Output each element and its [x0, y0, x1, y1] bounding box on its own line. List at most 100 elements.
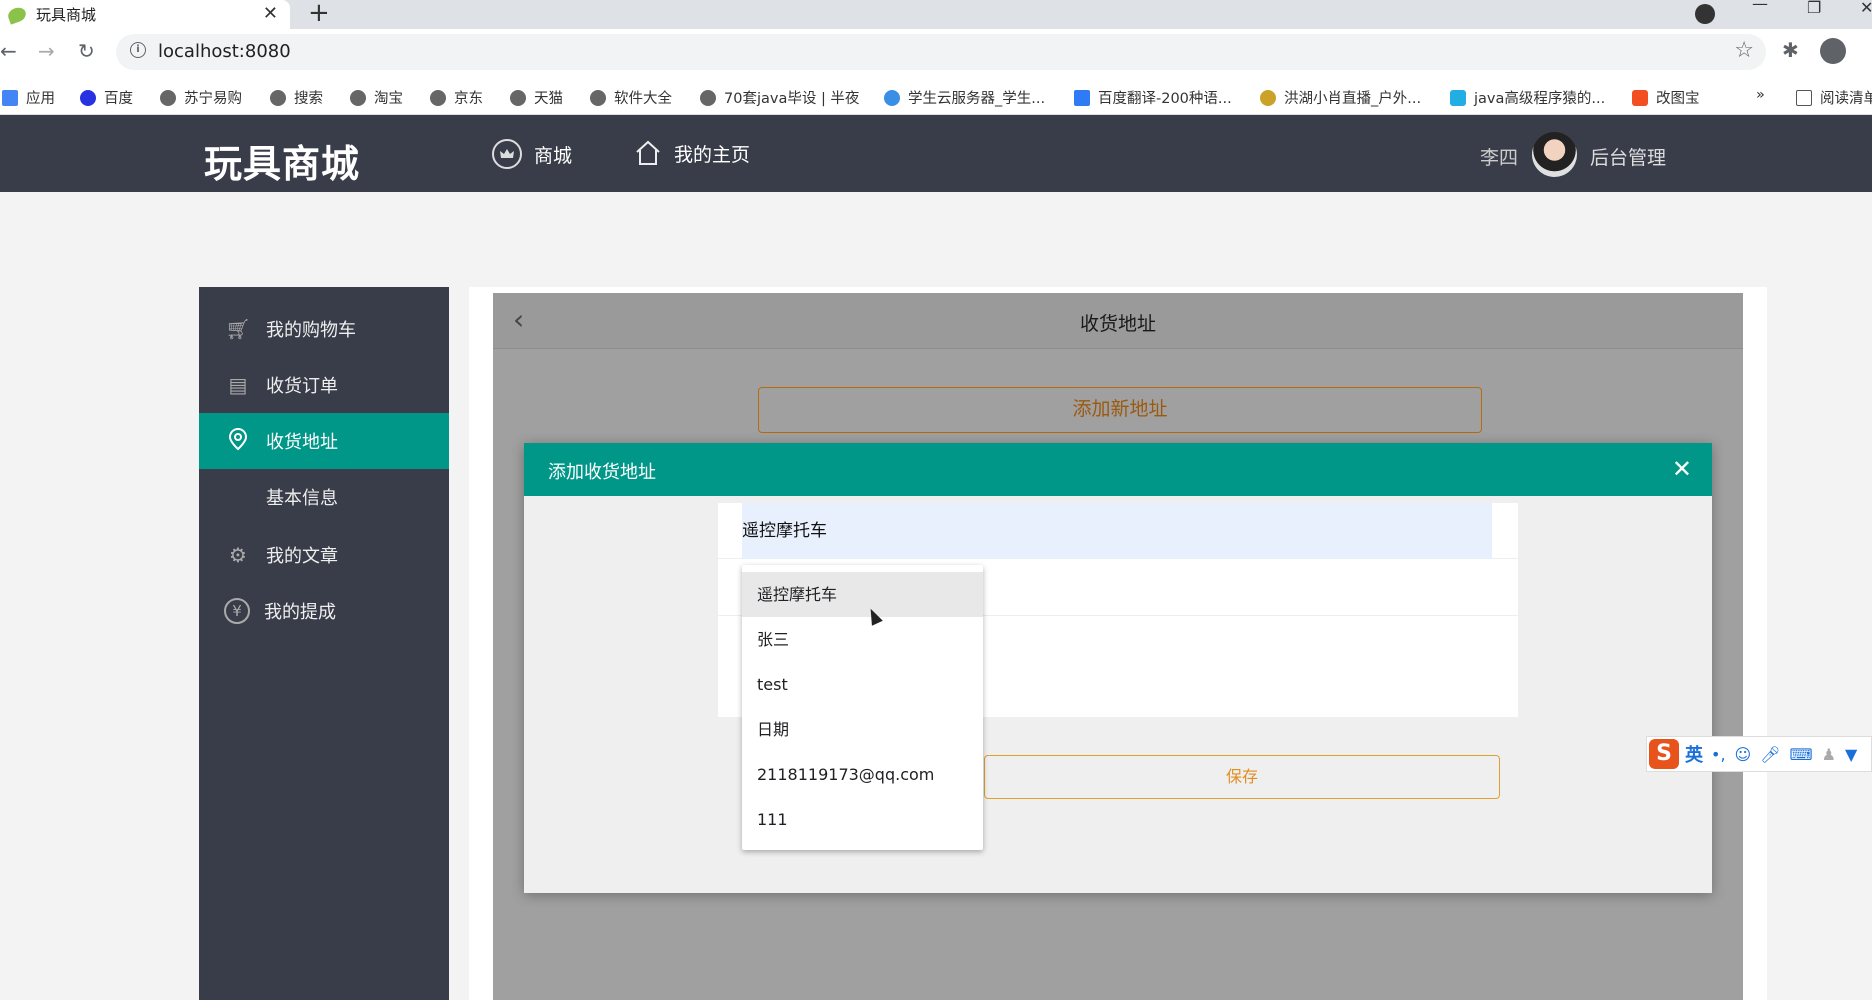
autocomplete-option[interactable]: 2118119173@qq.com — [742, 752, 983, 797]
back-icon[interactable]: ← — [0, 39, 17, 63]
user-name[interactable]: 李四 — [1480, 143, 1518, 170]
globe-icon — [430, 89, 446, 106]
page-title: 收货地址 — [1079, 313, 1156, 335]
globe-icon — [160, 89, 176, 106]
save-button[interactable]: 保存 — [984, 755, 1500, 799]
bookmark-item[interactable]: 软件大全 — [590, 87, 672, 108]
autocomplete-option[interactable]: 遥控摩托车 — [742, 572, 983, 617]
cart-icon: 🛒︎ — [225, 317, 251, 341]
sidebar-item-label: 我的文章 — [266, 546, 338, 567]
autocomplete-option[interactable]: 111 — [742, 797, 983, 842]
sidebar-item-basic-info[interactable]: 基本信息 — [199, 469, 449, 525]
avatar[interactable] — [1532, 132, 1577, 177]
close-icon[interactable]: ✕ — [1672, 455, 1692, 483]
reading-list-icon — [1796, 89, 1812, 106]
autocomplete-option[interactable]: test — [742, 662, 983, 707]
site-header: 玩具商城 商城 我的主页 李四 后台管理 — [0, 115, 1872, 192]
bookmark-label: 淘宝 — [374, 91, 403, 107]
restore-icon[interactable]: ❐ — [1807, 0, 1821, 17]
bookmark-item[interactable]: 改图宝 — [1632, 87, 1700, 108]
autocomplete-option[interactable]: 日期 — [742, 707, 983, 752]
user-tools-icon[interactable]: ♟ — [1822, 745, 1836, 764]
translate-icon — [1074, 89, 1090, 106]
bookmark-label: 洪湖小肖直播_户外... — [1284, 91, 1422, 107]
image-edit-icon — [1632, 89, 1648, 106]
baidu-icon — [80, 89, 96, 106]
bookmark-label: 百度翻译-200种语... — [1098, 91, 1232, 107]
sidebar: 🛒︎ 我的购物车 ▤ 收货订单 收货地址 基本信息 ⚙ 我的文章 ¥ 我的提成 — [199, 287, 449, 1000]
forward-icon[interactable]: → — [38, 39, 55, 63]
bilibili-icon — [1450, 89, 1466, 106]
profile-avatar-icon[interactable] — [1820, 38, 1846, 64]
browser-tab[interactable]: 玩具商城 ✕ — [0, 0, 290, 29]
globe-icon — [590, 89, 606, 106]
page-top-bar: ‹ 收货地址 — [493, 293, 1743, 349]
bookmark-label: 百度 — [104, 91, 133, 107]
nav-my-home[interactable]: 我的主页 — [634, 139, 750, 167]
extensions-icon[interactable]: ✱ — [1782, 38, 1799, 62]
emoji-icon[interactable]: ☺ — [1735, 745, 1752, 764]
nav-mall[interactable]: 商城 — [492, 139, 572, 169]
sidebar-item-articles[interactable]: ⚙ 我的文章 — [199, 527, 449, 583]
bookmark-item[interactable]: 学生云服务器_学生... — [884, 87, 1045, 108]
reload-icon[interactable]: ↻ — [78, 39, 95, 63]
globe-icon — [270, 89, 286, 106]
nav-mall-label: 商城 — [534, 144, 573, 167]
bookmarks-overflow-button[interactable]: » — [1756, 87, 1765, 103]
bookmark-item[interactable]: 天猫 — [510, 87, 563, 108]
close-window-icon[interactable]: ✕ — [1860, 0, 1872, 17]
sidebar-item-commission[interactable]: ¥ 我的提成 — [199, 583, 449, 639]
minimize-icon[interactable]: — — [1752, 0, 1768, 13]
cloud-icon — [884, 89, 900, 106]
sidebar-item-label: 收货地址 — [266, 432, 338, 453]
bookmark-item[interactable]: 70套java毕设 | 半夜 — [700, 87, 859, 108]
admin-link[interactable]: 后台管理 — [1590, 143, 1666, 170]
url-text: localhost:8080 — [158, 41, 291, 62]
keyboard-icon[interactable]: ⌨ — [1790, 745, 1813, 764]
skin-shirt-icon[interactable]: ▼ — [1845, 745, 1857, 764]
bookmark-item[interactable]: 淘宝 — [350, 87, 403, 108]
location-pin-icon — [224, 427, 252, 456]
url-field[interactable]: i localhost:8080 ☆ — [116, 34, 1766, 70]
microphone-icon[interactable]: 🎤︎ — [1760, 745, 1780, 764]
nav-my-home-label: 我的主页 — [674, 143, 751, 166]
add-new-address-button[interactable]: 添加新地址 — [758, 387, 1482, 433]
name-input[interactable]: 遥控摩托车 — [742, 503, 1492, 559]
bookmark-item[interactable]: 洪湖小肖直播_户外... — [1260, 87, 1421, 108]
ime-mode[interactable]: 英 — [1685, 741, 1703, 767]
bookmark-label: java高级程序猿的... — [1474, 91, 1606, 107]
bookmark-apps[interactable]: 应用 — [2, 87, 55, 108]
yen-icon: ¥ — [224, 598, 250, 624]
bookmark-label: 改图宝 — [1656, 91, 1700, 107]
ime-toolbar[interactable]: S 英 •, ☺ 🎤︎ ⌨ ♟ ▼ — [1646, 736, 1872, 772]
sidebar-item-cart[interactable]: 🛒︎ 我的购物车 — [199, 301, 449, 357]
feather-icon — [1260, 89, 1276, 106]
sidebar-item-label: 基本信息 — [266, 488, 338, 509]
bookmark-item[interactable]: 苏宁易购 — [160, 87, 242, 108]
bookmark-item[interactable]: 搜索 — [270, 87, 323, 108]
bookmark-item[interactable]: 京东 — [430, 87, 483, 108]
bookmark-item[interactable]: java高级程序猿的... — [1450, 87, 1605, 108]
sidebar-item-address[interactable]: 收货地址 — [199, 413, 449, 469]
site-logo[interactable]: 玩具商城 — [204, 133, 360, 188]
tab-close-icon[interactable]: ✕ — [263, 3, 278, 24]
bookmark-label: 阅读清单 — [1820, 91, 1872, 107]
bookmark-star-icon[interactable]: ☆ — [1734, 38, 1754, 63]
tab-title: 玩具商城 — [36, 6, 97, 24]
bookmarks-bar: 应用 百度 苏宁易购 搜索 淘宝 京东 天猫 软件大全 70套java毕设 | … — [0, 77, 1872, 115]
site-info-icon[interactable]: i — [130, 42, 146, 58]
bookmark-item[interactable]: 百度 — [80, 87, 133, 108]
bookmark-label: 学生云服务器_学生... — [908, 91, 1046, 107]
bookmark-label: 应用 — [26, 91, 55, 107]
reading-list-button[interactable]: 阅读清单 — [1796, 87, 1872, 108]
bookmark-item[interactable]: 百度翻译-200种语... — [1074, 87, 1232, 108]
bookmark-label: 70套java毕设 | 半夜 — [724, 91, 860, 107]
sogou-logo-icon[interactable]: S — [1649, 739, 1679, 769]
document-icon: ▤ — [228, 373, 248, 397]
sidebar-item-orders[interactable]: ▤ 收货订单 — [199, 357, 449, 413]
tab-search-icon[interactable] — [1695, 4, 1715, 24]
leaf-favicon-icon — [6, 4, 28, 25]
punctuation-mode[interactable]: •, — [1711, 745, 1726, 764]
new-tab-icon[interactable]: + — [308, 0, 330, 28]
autocomplete-option[interactable]: 张三 — [742, 617, 983, 662]
